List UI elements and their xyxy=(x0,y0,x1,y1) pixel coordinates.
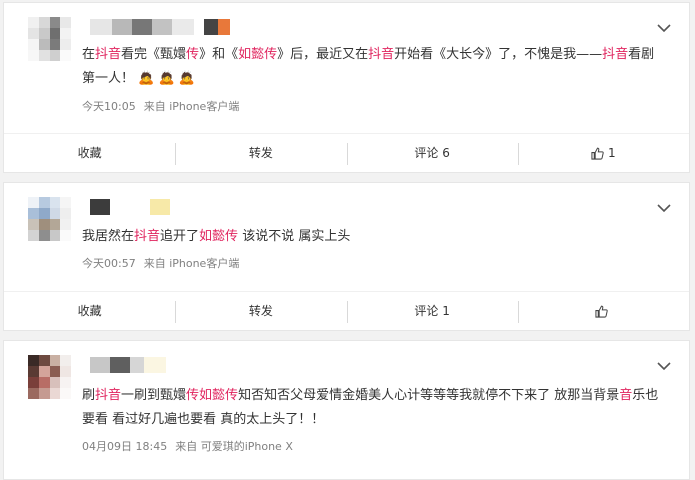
highlight-link[interactable]: 音 xyxy=(619,388,632,403)
post-time[interactable]: 今天00:57 xyxy=(82,257,136,270)
action-bar: 收藏 转发 评论 6 1 xyxy=(4,133,689,172)
post-card: 刷抖音一刷到甄嬛传如懿传知否知否父母爱情金婚美人心计等等等我就停不下来了 放那当… xyxy=(3,340,690,480)
highlight-link[interactable]: 抖音 xyxy=(134,229,160,244)
comment-button[interactable]: 评论 1 xyxy=(346,301,518,323)
post-text: 刷抖音一刷到甄嬛传如懿传知否知否父母爱情金婚美人心计等等等我就停不下来了 放那当… xyxy=(82,384,661,432)
text-span: 开始看《大长今》了，不愧是我—— xyxy=(394,47,603,62)
username[interactable] xyxy=(90,357,166,373)
repost-button[interactable]: 转发 xyxy=(175,143,346,165)
highlight-link[interactable]: 抖音 xyxy=(602,47,628,62)
repost-button[interactable]: 转发 xyxy=(175,301,346,323)
thumbs-up-icon xyxy=(591,147,604,160)
like-button[interactable]: 1 xyxy=(517,143,689,165)
post-source: 来自 iPhone客户端 xyxy=(143,100,240,113)
text-span: 一刷到甄嬛 xyxy=(121,388,187,403)
post-text: 在抖音看完《甄嬛传》和《如懿传》后，最近又在抖音开始看《大长今》了，不愧是我——… xyxy=(82,43,661,91)
post-meta: 今天00:57 来自 iPhone客户端 xyxy=(82,255,239,271)
avatar[interactable] xyxy=(28,355,71,399)
collect-button[interactable]: 收藏 xyxy=(4,143,175,163)
avatar[interactable] xyxy=(28,197,71,241)
text-span: 》和《 xyxy=(199,47,239,62)
highlight-link[interactable]: 传如懿传 xyxy=(186,388,238,403)
highlight-link[interactable]: 传 xyxy=(186,47,199,62)
text-span: 》后，最近又在 xyxy=(277,47,369,62)
highlight-link[interactable]: 如懿传 xyxy=(238,47,277,62)
post-text: 我居然在抖音追开了如懿传 该说不说 属实上头 xyxy=(82,225,661,249)
text-span: 追开了 xyxy=(160,229,200,244)
comment-label: 评论 6 xyxy=(414,146,450,160)
thumbs-up-icon xyxy=(595,305,608,318)
chevron-down-icon[interactable] xyxy=(657,203,671,213)
collect-button[interactable]: 收藏 xyxy=(4,301,175,321)
text-span: 该说不说 属实上头 xyxy=(238,229,351,244)
text-span: 知否知否父母爱情金婚美人心计等等等我就停不下来了 放那当背景 xyxy=(238,388,620,403)
highlight-link[interactable]: 如懿传 xyxy=(199,229,238,244)
comment-button[interactable]: 评论 6 xyxy=(346,143,518,165)
post-card: 我居然在抖音追开了如懿传 该说不说 属实上头 今天00:57 来自 iPhone客… xyxy=(3,182,690,331)
post-meta: 04月09日 18:45 来自 可爱琪的iPhone X xyxy=(82,438,293,454)
highlight-link[interactable]: 抖音 xyxy=(95,47,121,62)
collect-label: 收藏 xyxy=(77,304,102,318)
text-span: 我居然在 xyxy=(82,229,135,244)
action-bar: 收藏 转发 评论 1 xyxy=(4,291,689,330)
repost-label: 转发 xyxy=(248,146,273,160)
username[interactable] xyxy=(90,199,170,215)
post-time[interactable]: 04月09日 18:45 xyxy=(82,440,167,453)
collect-label: 收藏 xyxy=(77,146,102,160)
like-button[interactable] xyxy=(517,301,689,323)
chevron-down-icon[interactable] xyxy=(657,361,671,371)
username[interactable] xyxy=(90,19,230,35)
like-count: 1 xyxy=(608,146,616,160)
highlight-link[interactable]: 抖音 xyxy=(368,47,394,62)
text-span: 刷 xyxy=(82,388,96,403)
comment-label: 评论 1 xyxy=(414,304,450,318)
avatar[interactable] xyxy=(28,17,71,61)
chevron-down-icon[interactable] xyxy=(657,23,671,33)
text-span: 看完《甄嬛 xyxy=(121,47,187,62)
post-card: 在抖音看完《甄嬛传》和《如懿传》后，最近又在抖音开始看《大长今》了，不愧是我——… xyxy=(3,2,690,173)
post-meta: 今天10:05 来自 iPhone客户端 xyxy=(82,98,239,114)
repost-label: 转发 xyxy=(248,304,273,318)
text-span: 在 xyxy=(82,47,96,62)
highlight-link[interactable]: 抖音 xyxy=(95,388,121,403)
post-source: 来自 iPhone客户端 xyxy=(143,257,240,270)
post-source: 来自 可爱琪的iPhone X xyxy=(175,440,293,453)
post-time[interactable]: 今天10:05 xyxy=(82,100,136,113)
